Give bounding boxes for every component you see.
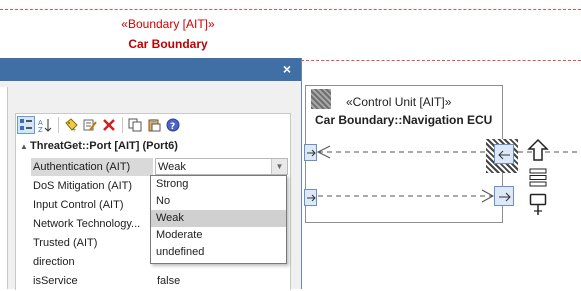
- dropdown-option[interactable]: No: [151, 193, 286, 210]
- port-right-selected[interactable]: [494, 144, 514, 164]
- delete-icon[interactable]: [100, 116, 118, 134]
- dropdown-option[interactable]: Strong: [151, 176, 286, 193]
- paste-icon[interactable]: [145, 116, 163, 134]
- dialog-left-pane: [0, 87, 8, 289]
- dropdown-option[interactable]: Moderate: [151, 227, 286, 244]
- collapse-caret-icon[interactable]: ▲: [20, 142, 28, 151]
- property-name: direction: [33, 256, 75, 268]
- property-name: isService: [33, 275, 78, 287]
- new-tag-icon[interactable]: +: [62, 116, 80, 134]
- combobox-value: Weak: [158, 161, 186, 173]
- svg-text:?: ?: [170, 122, 175, 132]
- port-right-bottom[interactable]: [494, 186, 514, 206]
- list-menu-icon[interactable]: [529, 168, 547, 191]
- dropdown-option-highlighted[interactable]: Weak: [151, 210, 286, 227]
- port-left-bottom[interactable]: [304, 189, 317, 206]
- property-name: Trusted (AIT): [33, 237, 98, 249]
- property-group-header[interactable]: ▲ ThreatGet::Port [AIT] (Port6): [20, 140, 178, 152]
- property-name: Network Technology...: [33, 218, 141, 230]
- property-value[interactable]: false: [155, 272, 289, 290]
- property-name: DoS Mitigation (AIT): [33, 180, 133, 192]
- dropdown-option[interactable]: undefined: [151, 244, 286, 261]
- close-button[interactable]: ×: [279, 60, 295, 78]
- port-left-top[interactable]: [304, 144, 317, 161]
- categorized-icon[interactable]: [17, 116, 35, 134]
- pin-icon[interactable]: [529, 193, 547, 220]
- property-name: Input Control (AIT): [33, 199, 124, 211]
- property-group-title: ThreatGet::Port [AIT] (Port6): [30, 140, 178, 152]
- toolbar-separator: [58, 117, 59, 133]
- property-name: Authentication (AIT): [31, 158, 153, 176]
- dialog-titlebar[interactable]: ×: [0, 58, 301, 81]
- svg-text:Z: Z: [38, 126, 43, 132]
- property-row-isservice[interactable]: isService false: [31, 272, 290, 291]
- dropdown-arrow-icon[interactable]: ▼: [271, 159, 287, 174]
- sort-az-icon[interactable]: AZ: [36, 116, 54, 134]
- authentication-dropdown-list: Strong No Weak Moderate undefined: [150, 175, 287, 264]
- toolbar-separator: [122, 117, 123, 133]
- property-toolbar: AZ + ?: [17, 115, 183, 135]
- svg-text:+: +: [72, 127, 76, 132]
- quick-linker-arrow-icon[interactable]: [527, 138, 549, 165]
- copy-icon[interactable]: [126, 116, 144, 134]
- edit-tag-icon[interactable]: [81, 116, 99, 134]
- authentication-combobox[interactable]: Weak ▼: [155, 158, 288, 175]
- help-icon[interactable]: ?: [164, 116, 182, 134]
